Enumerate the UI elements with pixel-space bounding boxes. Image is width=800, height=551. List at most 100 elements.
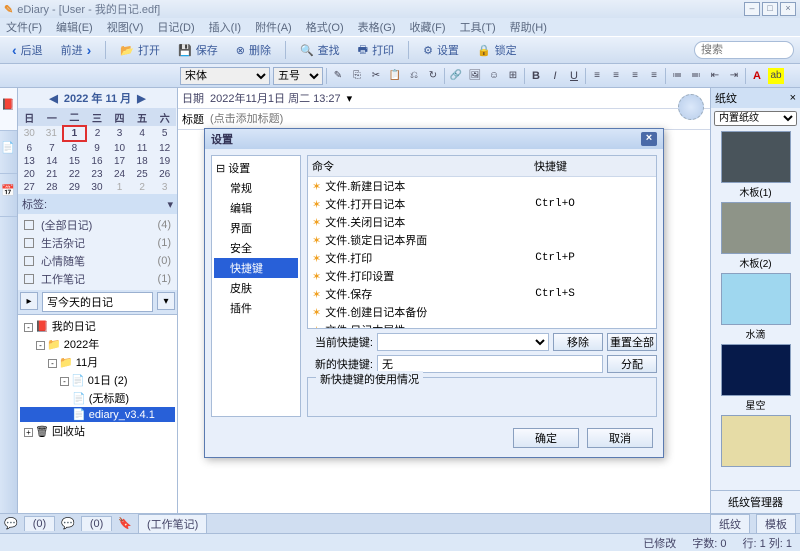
italic-icon[interactable]: I [547, 68, 563, 84]
find-button[interactable]: 🔍查找 [294, 40, 346, 60]
highlight-icon[interactable]: ab [768, 68, 784, 84]
calendar-day[interactable]: 10 [108, 141, 131, 155]
minimize-button[interactable]: – [744, 2, 760, 16]
icon[interactable]: ↻ [425, 68, 441, 84]
indent-icon[interactable]: ⇥ [726, 68, 742, 84]
close-icon[interactable]: × [790, 92, 796, 104]
chevron-down-icon[interactable]: ▾ [347, 92, 353, 105]
next-month[interactable]: ▶ [137, 92, 145, 105]
calendar-day[interactable]: 11 [131, 141, 154, 155]
dropdown-button[interactable]: ▾ [157, 292, 175, 310]
icon[interactable]: 🖼 [467, 68, 483, 84]
vtab-docs[interactable]: 📄文档 [0, 131, 17, 174]
menu-item[interactable]: 附件(A) [255, 19, 292, 35]
command-row[interactable]: ✶文件.关闭日记本 [308, 213, 656, 231]
indent-icon[interactable]: ⇤ [707, 68, 723, 84]
texture-item[interactable]: 星空 [721, 344, 791, 413]
tab[interactable]: (0) [81, 516, 112, 531]
print-button[interactable]: 🖶打印 [352, 39, 400, 62]
command-row[interactable]: ✶文件.打开日记本Ctrl+O [308, 195, 656, 213]
texture-item[interactable] [721, 415, 791, 469]
calendar-day[interactable]: 2 [131, 181, 154, 194]
close-button[interactable]: × [780, 2, 796, 16]
tab-texture[interactable]: 纸纹 [710, 514, 750, 533]
bold-icon[interactable]: B [528, 68, 544, 84]
toggle-button[interactable]: ▸ [20, 292, 38, 310]
emblem-icon[interactable] [678, 94, 704, 120]
calendar-day[interactable]: 19 [153, 155, 176, 168]
command-row[interactable]: ✶文件.锁定日记本界面 [308, 231, 656, 249]
nav-root[interactable]: ⊟ 设置 [214, 158, 298, 178]
calendar-day[interactable]: 23 [86, 168, 109, 181]
calendar[interactable]: 日一二三四五六303112345678910111213141516171819… [18, 108, 177, 194]
nav-item[interactable]: 常规 [214, 178, 298, 198]
list-icon[interactable]: ≕ [688, 68, 704, 84]
calendar-day[interactable]: 27 [18, 181, 41, 194]
tab-template[interactable]: 模板 [756, 514, 796, 533]
calendar-day[interactable]: 30 [18, 126, 41, 141]
menu-item[interactable]: 工具(T) [460, 19, 496, 35]
calendar-day[interactable]: 29 [63, 181, 86, 194]
tag-item[interactable]: 心情随笔(0) [18, 252, 177, 270]
calendar-title[interactable]: 2022 年 11 月 [64, 90, 131, 106]
menu-item[interactable]: 视图(V) [107, 19, 144, 35]
texture-item[interactable]: 木板(2) [721, 202, 791, 271]
dialog-close-button[interactable]: × [641, 132, 657, 146]
calendar-day[interactable]: 1 [63, 126, 86, 141]
calendar-day[interactable]: 2 [86, 126, 109, 141]
icon[interactable]: 📋 [387, 68, 403, 84]
align-center-icon[interactable]: ≡ [608, 68, 624, 84]
size-select[interactable]: 五号 [273, 67, 323, 85]
nav-item[interactable]: 插件 [214, 298, 298, 318]
command-row[interactable]: ✶文件.打印设置 [308, 267, 656, 285]
icon[interactable]: ✎ [330, 68, 346, 84]
nav-item[interactable]: 快捷键 [214, 258, 298, 278]
menu-item[interactable]: 帮助(H) [510, 19, 547, 35]
prev-month[interactable]: ◀ [49, 92, 57, 105]
calendar-day[interactable]: 9 [86, 141, 109, 155]
menu-item[interactable]: 文件(F) [6, 19, 42, 35]
command-list[interactable]: 命令快捷键 ✶文件.新建日记本✶文件.打开日记本Ctrl+O✶文件.关闭日记本✶… [307, 155, 657, 329]
menu-item[interactable]: 收藏(F) [410, 19, 446, 35]
calendar-day[interactable]: 31 [41, 126, 64, 141]
close-icon[interactable]: ▾ [167, 198, 173, 211]
texture-manager-button[interactable]: 纸纹管理器 [711, 490, 800, 513]
icon[interactable]: ✂ [368, 68, 384, 84]
icon[interactable]: 🔗 [448, 68, 464, 84]
icon[interactable]: ⎌ [406, 68, 422, 84]
tag-item[interactable]: (全部日记)(4) [18, 216, 177, 234]
calendar-day[interactable]: 5 [153, 126, 176, 141]
nav-item[interactable]: 皮肤 [214, 278, 298, 298]
maximize-button[interactable]: □ [762, 2, 778, 16]
search-input[interactable] [694, 41, 794, 59]
tag-item[interactable]: 生活杂记(1) [18, 234, 177, 252]
command-row[interactable]: ✶文件.打印Ctrl+P [308, 249, 656, 267]
calendar-day[interactable]: 24 [108, 168, 131, 181]
command-row[interactable]: ✶文件.新建日记本 [308, 177, 656, 195]
menu-item[interactable]: 日记(D) [157, 19, 194, 35]
align-left-icon[interactable]: ≡ [589, 68, 605, 84]
align-right-icon[interactable]: ≡ [627, 68, 643, 84]
underline-icon[interactable]: U [566, 68, 582, 84]
tab[interactable]: (工作笔记) [138, 514, 207, 533]
save-button[interactable]: 💾保存 [172, 40, 224, 60]
remove-button[interactable]: 移除 [553, 333, 603, 351]
menu-item[interactable]: 格式(O) [306, 19, 344, 35]
tag-item[interactable]: 工作笔记(1) [18, 270, 177, 288]
lock-button[interactable]: 🔒锁定 [471, 40, 523, 60]
calendar-day[interactable]: 12 [153, 141, 176, 155]
icon[interactable]: ⊞ [505, 68, 521, 84]
command-row[interactable]: ✶文件.保存Ctrl+S [308, 285, 656, 303]
calendar-day[interactable]: 28 [41, 181, 64, 194]
menu-item[interactable]: 表格(G) [358, 19, 396, 35]
vtab-calendar[interactable]: 📅日历 [0, 174, 17, 217]
write-today-button[interactable]: 写今天的日记 [42, 292, 153, 312]
back-button[interactable]: ‹后退 [6, 40, 49, 60]
nav-item[interactable]: 安全 [214, 238, 298, 258]
calendar-day[interactable]: 6 [18, 141, 41, 155]
calendar-day[interactable]: 21 [41, 168, 64, 181]
tab-icon[interactable]: 💬 [61, 517, 75, 530]
calendar-day[interactable]: 22 [63, 168, 86, 181]
calendar-day[interactable]: 1 [108, 181, 131, 194]
font-color-icon[interactable]: A [749, 68, 765, 84]
